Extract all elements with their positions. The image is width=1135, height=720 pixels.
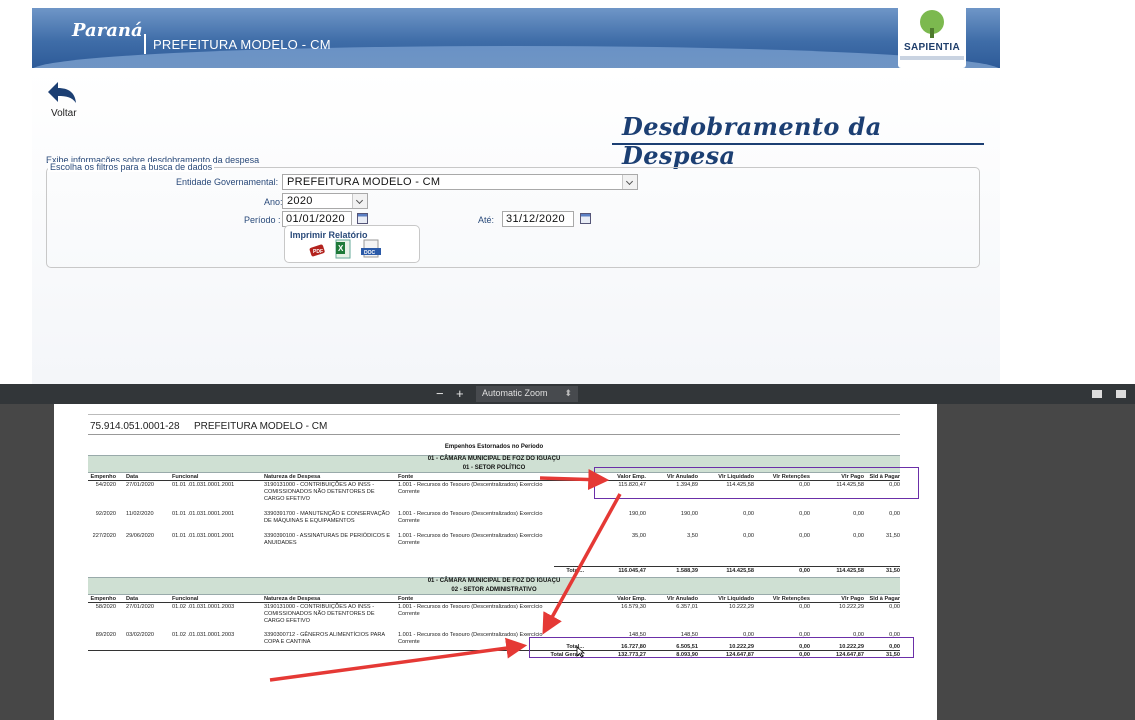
entidade-label: Entidade Governamental: [176, 177, 279, 187]
arrow-to-grand-total [542, 493, 622, 635]
annotation-arrows [269, 469, 622, 682]
svg-text:DOC: DOC [364, 250, 376, 256]
title-underline [612, 143, 984, 145]
logo-text: SAPIENTIA [903, 42, 961, 53]
screenshot-root: Paraná PREFEITURA MODELO - CM SAPIENTIA … [0, 0, 1135, 720]
ano-select[interactable]: 2020 [282, 193, 368, 209]
entidade-value: PREFEITURA MODELO - CM [287, 176, 441, 188]
report-app: Paraná PREFEITURA MODELO - CM SAPIENTIA … [32, 8, 1000, 384]
ate-input[interactable]: 31/12/2020 [502, 211, 574, 227]
svg-text:X: X [338, 244, 344, 253]
entidade-select[interactable]: PREFEITURA MODELO - CM [282, 174, 638, 190]
chevron-down-icon [622, 175, 637, 189]
tree-icon [920, 10, 944, 38]
calendar-icon[interactable] [357, 213, 368, 224]
app-header: Paraná PREFEITURA MODELO - CM SAPIENTIA [32, 8, 1000, 68]
arrow-to-values [539, 469, 610, 491]
pdf-viewer: − + Automatic Zoom ⬍ 75.914.051.0001-28 … [0, 384, 1135, 720]
doc-icon[interactable]: DOC [360, 239, 381, 258]
brand-separator [144, 34, 146, 54]
pdf-icon[interactable]: PDF [308, 241, 326, 259]
excel-icon[interactable]: X [334, 239, 352, 259]
back-label[interactable]: Voltar [51, 108, 77, 119]
ate-label: Até: [478, 215, 495, 225]
chevron-down-icon [352, 194, 367, 208]
periodo-label: Período : [244, 215, 281, 225]
print-label: Imprimir Relatório [290, 230, 368, 240]
ano-label: Ano: [264, 197, 283, 207]
ano-value: 2020 [287, 195, 313, 207]
brand-name: Paraná [72, 20, 143, 41]
sapientia-logo: SAPIENTIA [898, 8, 966, 68]
calendar-icon[interactable] [580, 213, 591, 224]
arrow-to-grand-total-label [269, 637, 528, 682]
entity-name: PREFEITURA MODELO - CM [153, 37, 331, 52]
page-title: Desdobramento da Despesa [622, 112, 882, 170]
back-arrow-icon [48, 82, 76, 103]
logo-tagline [900, 56, 964, 60]
svg-text:PDF: PDF [313, 249, 323, 255]
filters-legend: Escolha os filtros para a busca de dados [48, 162, 215, 172]
